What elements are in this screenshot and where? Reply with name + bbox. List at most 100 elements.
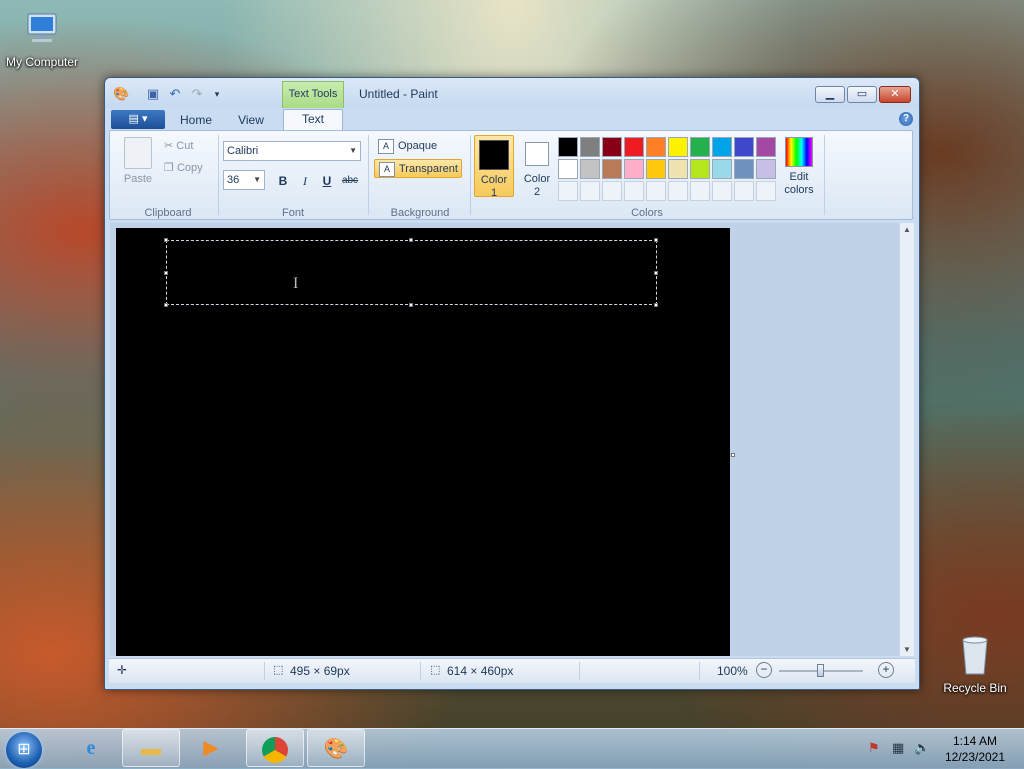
- taskbar-windows-explorer[interactable]: ▬: [122, 729, 180, 767]
- color-swatch[interactable]: [734, 159, 754, 179]
- underline-button[interactable]: U: [316, 170, 338, 190]
- color-swatch[interactable]: [712, 159, 732, 179]
- taskbar-paint[interactable]: 🎨: [307, 729, 365, 767]
- copy-button[interactable]: ❐ Copy: [164, 161, 203, 174]
- color-swatch[interactable]: [668, 159, 688, 179]
- custom-color-slot[interactable]: [734, 181, 754, 201]
- font-size-select[interactable]: 36 ▼: [223, 170, 265, 190]
- custom-color-slot[interactable]: [668, 181, 688, 201]
- custom-color-slot[interactable]: [602, 181, 622, 201]
- custom-color-slot[interactable]: [690, 181, 710, 201]
- zoom-out-button[interactable]: −: [756, 662, 772, 678]
- color-swatch[interactable]: [646, 137, 666, 157]
- text-box-handle[interactable]: [164, 238, 168, 242]
- cursor-position-icon: ✛: [117, 663, 128, 677]
- italic-button[interactable]: I: [294, 170, 316, 190]
- strikethrough-button[interactable]: abc: [339, 170, 361, 190]
- custom-color-slot[interactable]: [712, 181, 732, 201]
- vertical-scrollbar[interactable]: ▲ ▼: [899, 223, 914, 656]
- taskbar-chrome[interactable]: [246, 729, 304, 767]
- redo-icon[interactable]: ↷: [189, 86, 205, 102]
- tab-text[interactable]: Text: [283, 109, 343, 130]
- custom-color-slot[interactable]: [756, 181, 776, 201]
- clock-time: 1:14 AM: [952, 734, 998, 748]
- scroll-up-icon[interactable]: ▲: [903, 225, 911, 234]
- paste-button[interactable]: Paste: [118, 137, 158, 185]
- color-swatch[interactable]: [624, 137, 644, 157]
- taskbar-internet-explorer[interactable]: e: [62, 729, 120, 767]
- text-box-handle[interactable]: [654, 303, 658, 307]
- text-input-box[interactable]: I: [166, 240, 657, 305]
- taskbar-media-player[interactable]: ▶: [182, 729, 240, 767]
- text-box-handle[interactable]: [654, 238, 658, 242]
- tab-view[interactable]: View: [231, 111, 271, 130]
- color-swatch[interactable]: [712, 137, 732, 157]
- color-swatch[interactable]: [668, 137, 688, 157]
- undo-icon[interactable]: ↶: [167, 86, 183, 102]
- scroll-down-icon[interactable]: ▼: [903, 645, 911, 654]
- customize-quick-access-icon[interactable]: ▾: [209, 86, 225, 102]
- color-swatch[interactable]: [624, 159, 644, 179]
- text-box-handle[interactable]: [164, 271, 168, 275]
- color-swatch[interactable]: [602, 159, 622, 179]
- color-swatch[interactable]: [690, 137, 710, 157]
- color-swatch[interactable]: [558, 159, 578, 179]
- text-box-handle[interactable]: [409, 303, 413, 307]
- paint-menu-button[interactable]: ▤ ▾: [111, 110, 165, 129]
- paint-app-icon[interactable]: 🎨: [113, 86, 129, 102]
- desktop-icon-my-computer[interactable]: My Computer: [0, 8, 84, 69]
- minimize-button[interactable]: ▁: [815, 86, 845, 103]
- text-box-handle[interactable]: [409, 238, 413, 242]
- font-family-select[interactable]: Calibri ▼: [223, 141, 361, 161]
- zoom-slider-thumb[interactable]: [817, 664, 824, 677]
- action-center-flag-icon[interactable]: ⚑: [868, 740, 880, 756]
- status-divider: [579, 662, 580, 680]
- color-swatch[interactable]: [734, 137, 754, 157]
- color2-label: Color 2: [523, 173, 551, 198]
- title-bar[interactable]: 🎨 ▣ ↶ ↷ ▾ Text Tools Untitled - Paint ▁ …: [105, 78, 919, 108]
- zoom-slider[interactable]: [779, 664, 863, 677]
- zoom-in-button[interactable]: +: [878, 662, 894, 678]
- network-icon[interactable]: ▦: [892, 740, 904, 756]
- color-swatch[interactable]: [690, 159, 710, 179]
- color-swatch[interactable]: [558, 137, 578, 157]
- text-box-handle[interactable]: [164, 303, 168, 307]
- font-family-value: Calibri: [227, 145, 259, 157]
- color-swatch[interactable]: [756, 137, 776, 157]
- color-swatch[interactable]: [580, 137, 600, 157]
- paint-palette-icon: 🎨: [323, 738, 349, 760]
- color1-button[interactable]: Color 1: [474, 135, 514, 199]
- color1-label: Color 1: [480, 174, 508, 199]
- bold-button[interactable]: B: [272, 170, 294, 190]
- maximize-button[interactable]: ▭: [847, 86, 877, 103]
- edit-colors-button[interactable]: Edit colors: [778, 137, 820, 197]
- close-button[interactable]: ✕: [879, 86, 911, 103]
- custom-color-slot[interactable]: [624, 181, 644, 201]
- opaque-option[interactable]: A Opaque: [374, 137, 462, 156]
- color-swatch[interactable]: [756, 159, 776, 179]
- custom-color-slot[interactable]: [646, 181, 666, 201]
- internet-explorer-icon: e: [86, 737, 96, 759]
- color-swatch[interactable]: [646, 159, 666, 179]
- transparent-option[interactable]: A Transparent: [374, 159, 462, 178]
- selection-size: 495 × 69px: [290, 664, 350, 678]
- tab-home[interactable]: Home: [175, 111, 217, 130]
- start-button[interactable]: ⊞: [6, 732, 42, 768]
- color-swatch[interactable]: [580, 159, 600, 179]
- help-icon[interactable]: ?: [899, 112, 913, 126]
- paste-icon: [124, 137, 152, 169]
- cut-button[interactable]: ✂ Cut: [164, 139, 193, 152]
- text-box-handle[interactable]: [654, 271, 658, 275]
- zoom-level: 100%: [717, 664, 748, 678]
- desktop-icon-recycle-bin[interactable]: Recycle Bin: [933, 632, 1017, 695]
- scissors-icon: ✂: [164, 140, 174, 152]
- system-clock[interactable]: 1:14 AM 12/23/2021: [940, 733, 1010, 765]
- custom-color-slot[interactable]: [558, 181, 578, 201]
- canvas-resize-handle[interactable]: [731, 453, 735, 457]
- color-swatch[interactable]: [602, 137, 622, 157]
- color2-button[interactable]: Color 2: [517, 135, 557, 198]
- status-divider: [699, 662, 700, 680]
- volume-icon[interactable]: 🔈: [914, 740, 930, 756]
- custom-color-slot[interactable]: [580, 181, 600, 201]
- save-icon[interactable]: ▣: [145, 86, 161, 102]
